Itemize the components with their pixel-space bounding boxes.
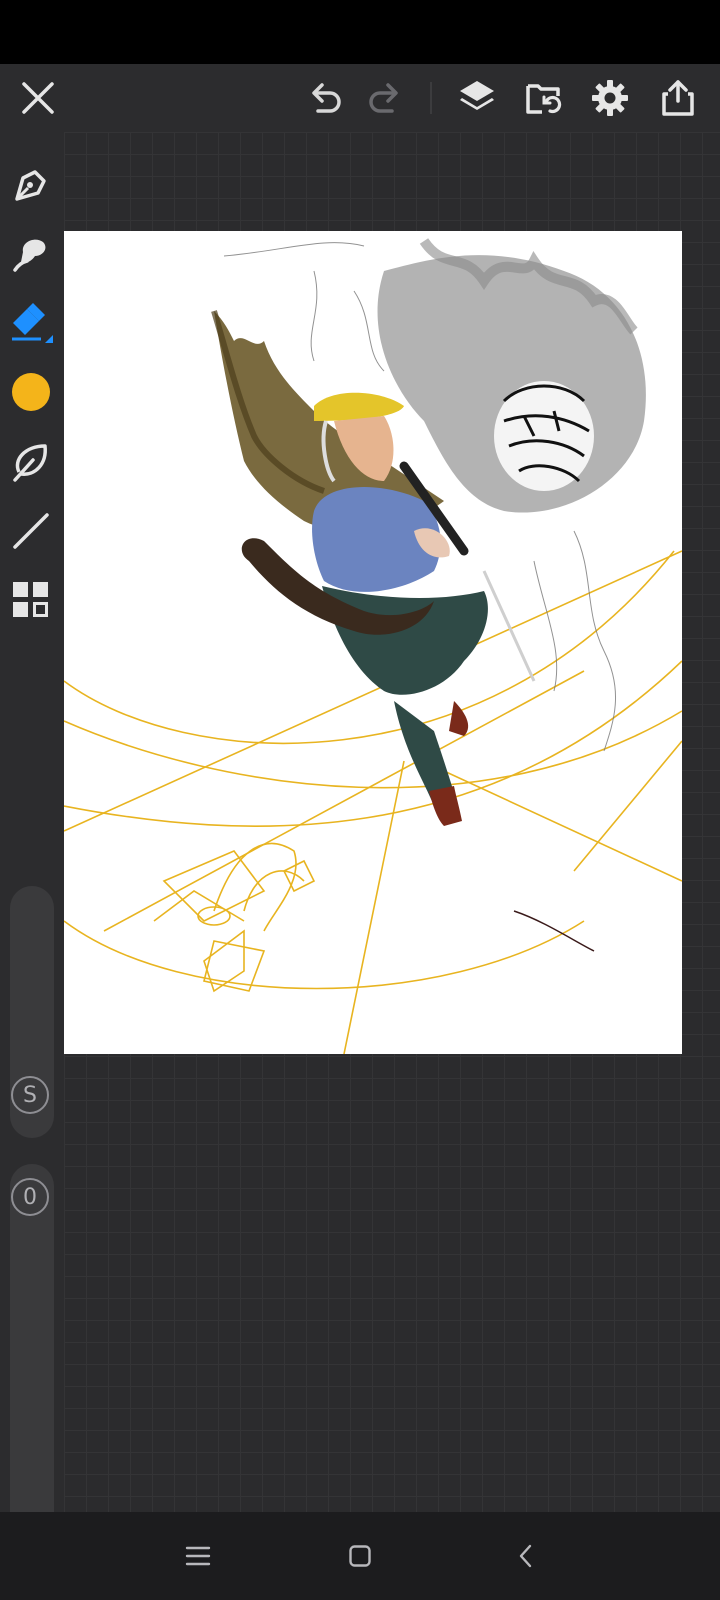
eraser-icon <box>12 303 53 343</box>
line-icon <box>13 513 49 549</box>
artwork <box>64 238 682 1054</box>
smudge-tool[interactable] <box>9 232 53 276</box>
home-button[interactable] <box>340 1536 380 1576</box>
share-icon <box>662 80 694 116</box>
import-button[interactable] <box>524 78 564 118</box>
menu-icon <box>185 1546 211 1566</box>
pen-tool[interactable] <box>9 162 53 206</box>
settings-icon <box>592 80 628 116</box>
drawing-canvas[interactable] <box>64 231 682 1054</box>
more-tools-button[interactable] <box>9 578 53 622</box>
back-button[interactable] <box>506 1536 546 1576</box>
close-button[interactable] <box>18 78 58 118</box>
tool-sidebar: S 0 <box>0 132 64 1558</box>
line-tool[interactable] <box>9 509 53 553</box>
layers-icon <box>460 81 494 110</box>
opacity-handle[interactable]: 0 <box>11 1178 49 1216</box>
lasso-tool[interactable] <box>9 440 53 484</box>
redo-button[interactable] <box>365 78 405 118</box>
import-icon <box>526 84 562 114</box>
system-navigation-bar <box>0 1512 720 1600</box>
settings-button[interactable] <box>590 78 630 118</box>
brush-size-handle[interactable]: S <box>11 1076 49 1114</box>
opacity-slider[interactable] <box>10 1164 54 1558</box>
smudge-icon <box>13 239 46 272</box>
status-bar <box>0 0 720 64</box>
top-toolbar <box>0 64 720 132</box>
back-icon <box>519 1544 532 1568</box>
lasso-icon <box>13 444 47 482</box>
color-picker[interactable] <box>9 370 53 414</box>
recent-apps-button[interactable] <box>178 1536 218 1576</box>
close-icon <box>22 82 54 114</box>
redo-icon <box>369 83 398 113</box>
undo-icon <box>312 83 341 113</box>
eraser-tool[interactable] <box>9 301 53 345</box>
home-icon <box>349 1545 371 1567</box>
share-button[interactable] <box>658 78 698 118</box>
pen-icon <box>15 170 46 201</box>
undo-button[interactable] <box>305 78 345 118</box>
toolbar-divider <box>430 82 432 114</box>
layers-button[interactable] <box>457 78 497 118</box>
grid-menu-icon <box>13 582 48 617</box>
color-swatch <box>12 373 50 411</box>
